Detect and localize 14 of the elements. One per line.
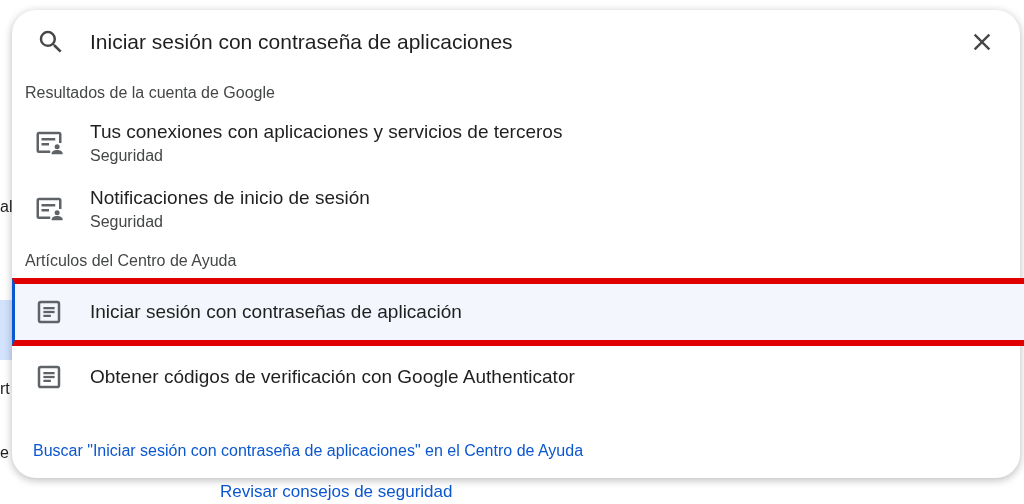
- result-category: Seguridad: [90, 147, 164, 165]
- search-result[interactable]: Notificaciones de inicio de sesión Seguridad: [12, 176, 1020, 242]
- result-category: Seguridad: [90, 213, 164, 231]
- help-center-search-link[interactable]: Buscar "Iniciar sesión con contraseña de aplicaciones" en el Centro de Ayuda: [33, 442, 584, 460]
- security-tips-link[interactable]: Revisar consejos de seguridad: [220, 482, 453, 502]
- section-heading: Artículos del Centro de Ayuda: [24, 251, 238, 271]
- search-result[interactable]: Tus conexiones con aplicaciones y servicios de terceros Seguridad: [12, 110, 1020, 176]
- page-text-fragment: al: [0, 198, 13, 216]
- search-result[interactable]: Iniciar sesión con contraseñas de aplicación: [12, 278, 1024, 346]
- section-heading: Resultados de la cuenta de Google: [24, 83, 276, 103]
- search-result[interactable]: Obtener códigos de verificación con Google Authenticator: [12, 346, 1020, 408]
- page-text-fragment: rt: [0, 380, 10, 398]
- search-field[interactable]: Iniciar sesión con contraseña de aplicaciones: [90, 30, 968, 54]
- page-text-fragment: e: [0, 444, 9, 462]
